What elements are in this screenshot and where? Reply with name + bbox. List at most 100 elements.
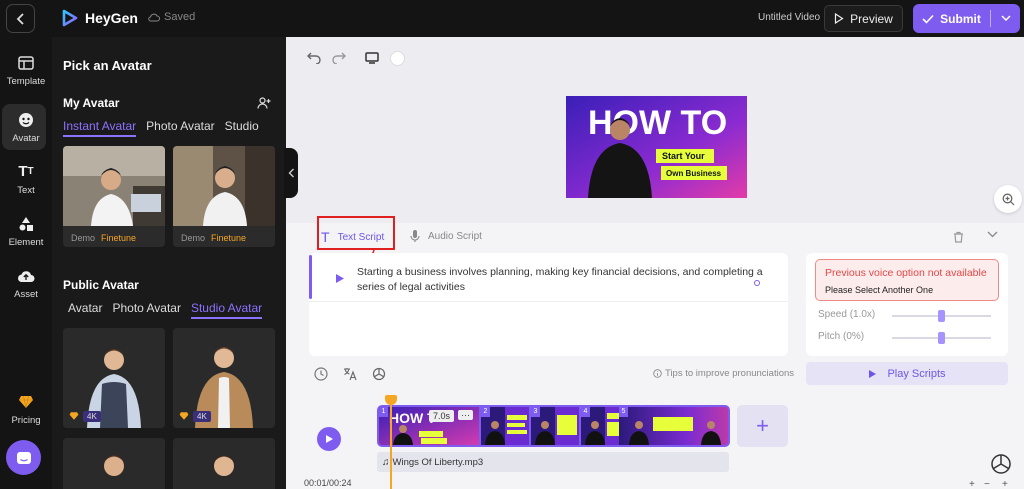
clip-more-button[interactable]: ··· (458, 410, 473, 420)
submit-main[interactable]: Submit (913, 12, 990, 26)
chat-support-button[interactable] (6, 440, 41, 475)
script-divider (309, 301, 788, 302)
public-avatar-card[interactable]: 4K (173, 328, 275, 428)
undo-icon[interactable] (307, 52, 321, 64)
my-avatar-tabs: Instant Avatar Photo Avatar Studio (63, 119, 259, 137)
timeline-play-button[interactable] (317, 427, 341, 451)
redo-icon[interactable] (332, 52, 346, 64)
video-canvas[interactable]: HOW TO Start Your Own Business (566, 96, 747, 198)
my-avatar-card[interactable]: Demo Finetune (63, 146, 165, 247)
pronunciation-tips[interactable]: Tips to improve pronunciations (653, 368, 794, 379)
asset-icon (17, 267, 35, 285)
voice-settings-panel: Previous voice option not available Plea… (806, 253, 1008, 356)
nav-pricing[interactable]: Pricing (0, 384, 52, 434)
tab-audio-script-label: Audio Script (428, 230, 482, 242)
monitor-icon[interactable] (365, 52, 379, 64)
play-icon[interactable] (335, 273, 345, 284)
openai-icon[interactable] (372, 367, 386, 381)
voice-alert-title: Previous voice option not available (825, 267, 987, 279)
speed-slider[interactable] (892, 310, 991, 322)
saved-label: Saved (164, 11, 196, 23)
chevron-down-icon[interactable] (987, 231, 998, 238)
chevron-left-icon (16, 12, 24, 25)
avatar-thumbnail (63, 438, 165, 489)
tab-instant-avatar[interactable]: Instant Avatar (63, 119, 137, 137)
demo-tag: Demo (71, 233, 96, 243)
background-color-swatch[interactable] (390, 51, 405, 66)
card-footer: Demo Finetune (173, 229, 275, 247)
public-avatar-tabs: Avatar Photo Avatar Studio Avatar (63, 301, 263, 319)
pitch-slider-knob[interactable] (938, 332, 945, 344)
tab-audio-script[interactable]: Audio Script (410, 229, 482, 243)
playhead-handle[interactable] (385, 395, 397, 405)
tab-photo-avatar[interactable]: Photo Avatar (112, 301, 181, 319)
chat-icon (16, 451, 31, 464)
nav-asset[interactable]: Asset (0, 258, 52, 308)
avatar-thumbnail (173, 146, 275, 226)
tab-avatar[interactable]: Avatar (68, 301, 102, 319)
clip-number: 4 (581, 407, 590, 417)
finetune-tag: Finetune (101, 233, 137, 243)
preview-label: Preview (850, 11, 893, 26)
openai-icon[interactable] (990, 453, 1012, 475)
video-title[interactable]: Untitled Video (758, 12, 820, 23)
play-scripts-label: Play Scripts (887, 367, 946, 380)
translate-icon[interactable] (343, 367, 357, 381)
play-scripts-button[interactable]: Play Scripts (806, 362, 1008, 385)
public-avatar-card[interactable] (173, 438, 275, 489)
play-icon (325, 435, 333, 443)
timeline-time: 00:01/00:24 (304, 478, 352, 488)
zoom-plus-button[interactable]: + (1002, 479, 1008, 489)
heygen-logo-icon (62, 9, 78, 27)
thumb-line1: Start Your (662, 151, 705, 161)
submit-dropdown[interactable] (991, 13, 1020, 24)
zoom-out-button[interactable]: − (984, 479, 990, 489)
clip-number: 2 (481, 407, 490, 417)
back-button[interactable] (6, 4, 35, 33)
submit-label: Submit (940, 11, 981, 26)
play-icon (869, 369, 877, 378)
collapse-panel-handle[interactable] (284, 148, 298, 198)
trash-icon[interactable] (953, 231, 964, 243)
diamond-icon (69, 412, 79, 420)
nav-text[interactable]: TT Text (0, 154, 52, 204)
public-avatar-card[interactable]: 4K (63, 328, 165, 428)
script-text[interactable]: Starting a business involves planning, m… (357, 265, 772, 295)
nav-element[interactable]: Element (0, 206, 52, 256)
avatar-thumbnail (173, 438, 275, 489)
info-icon (653, 369, 662, 378)
4k-badge: 4K (83, 411, 101, 422)
heygen-logo[interactable]: HeyGen (61, 9, 138, 27)
pitch-slider[interactable] (892, 332, 991, 344)
nav-avatar[interactable]: Avatar (0, 102, 52, 152)
scene-strip[interactable]: HOW T 1 7.0s ··· 2 3 4 5 (377, 405, 730, 447)
script-editor[interactable]: Starting a business involves planning, m… (309, 253, 788, 356)
script-accent-bar (309, 255, 312, 299)
add-scene-button[interactable]: + (737, 405, 788, 447)
preview-button[interactable]: Preview (824, 5, 903, 32)
template-icon (17, 54, 35, 72)
nav-template-label: Template (6, 75, 46, 87)
speed-slider-knob[interactable] (938, 310, 945, 322)
tab-studio[interactable]: Studio (225, 119, 259, 137)
tab-studio-avatar[interactable]: Studio Avatar (190, 301, 263, 319)
nav-template[interactable]: Template (0, 45, 52, 95)
clock-icon[interactable] (314, 367, 328, 381)
voice-alert[interactable]: Previous voice option not available Plea… (815, 259, 999, 301)
submit-button[interactable]: Submit (913, 4, 1020, 33)
playhead[interactable] (390, 397, 392, 489)
public-avatar-card[interactable] (63, 438, 165, 489)
my-avatar-card[interactable]: Demo Finetune (173, 146, 275, 247)
tab-photo-avatar[interactable]: Photo Avatar (146, 119, 215, 137)
text-icon: TT (18, 163, 34, 180)
pitch-label: Pitch (0%) (818, 331, 865, 342)
top-bar: HeyGen Saved Untitled Video Preview Subm… (0, 0, 1024, 37)
zoom-button[interactable] (994, 185, 1022, 213)
pause-marker-dot[interactable] (754, 280, 760, 286)
clip-number: 3 (531, 407, 540, 417)
add-user-icon[interactable] (257, 96, 271, 110)
zoom-in-button[interactable]: + (969, 479, 975, 489)
scene-clip[interactable] (619, 407, 730, 445)
saved-status: Saved (148, 11, 195, 23)
audio-track[interactable]: ♫ Wings Of Liberty.mp3 (377, 452, 729, 472)
